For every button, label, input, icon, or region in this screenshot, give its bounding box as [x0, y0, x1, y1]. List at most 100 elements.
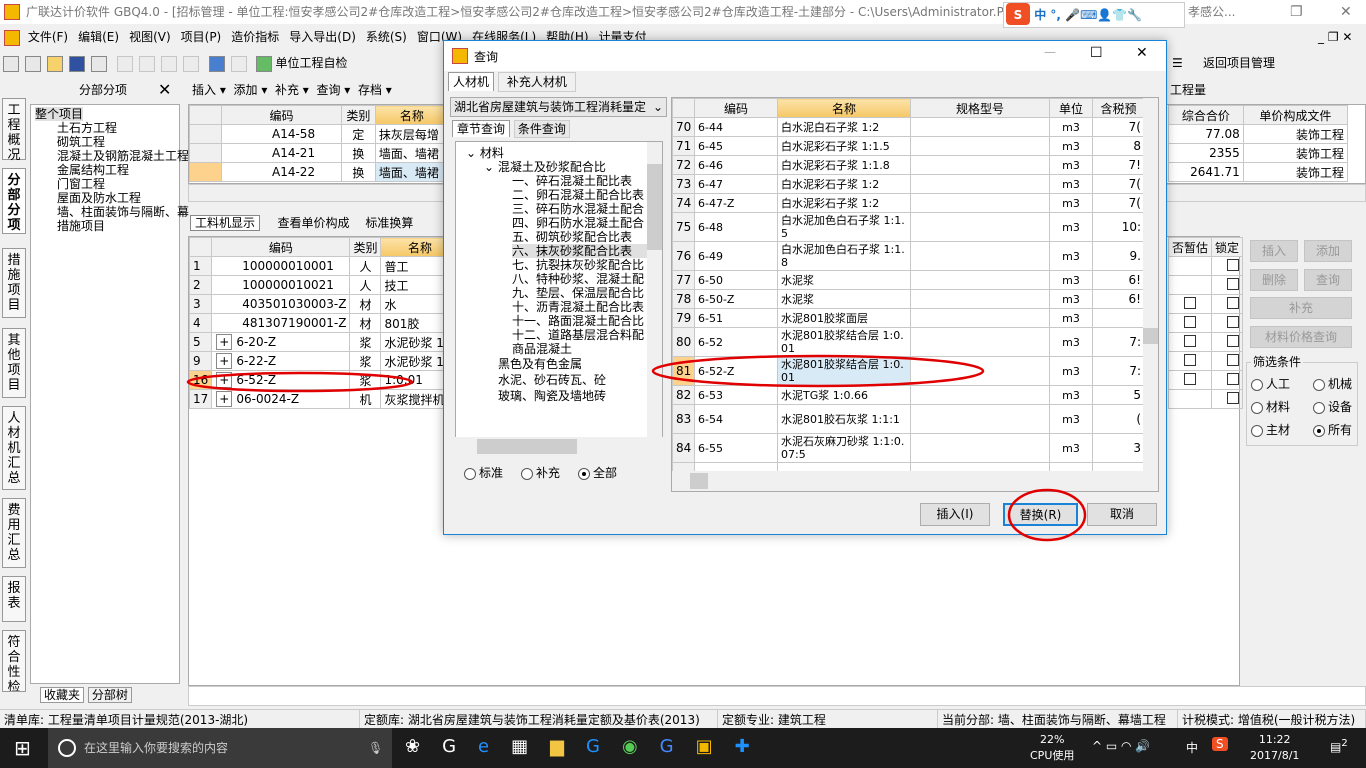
tree-item[interactable]: 土石方工程: [57, 121, 175, 135]
col-header[interactable]: 含税预: [1092, 98, 1145, 118]
gbq-icon[interactable]: ▣: [696, 736, 735, 757]
tree-item[interactable]: 五、砌筑砂浆配合比表: [512, 230, 662, 244]
keyboard-icon[interactable]: ⌨: [1080, 8, 1097, 22]
table-row[interactable]: A14-22 换墙面、墙裙: [189, 162, 450, 182]
tab-supplement-materials[interactable]: 补充人材机: [497, 72, 576, 92]
menu-edit[interactable]: 编辑(E): [78, 30, 119, 44]
undo-icon[interactable]: [208, 55, 225, 72]
lower-hscrollbar[interactable]: [188, 686, 1366, 706]
folder-icon[interactable]: ▆: [550, 736, 586, 757]
expand-icon[interactable]: +: [216, 353, 233, 369]
tray-icons[interactable]: ^ ▭ ◠ 🔊: [1092, 739, 1150, 753]
table-row[interactable]: A14-21 换墙面、墙裙: [189, 143, 450, 163]
menu-file[interactable]: 文件(F): [28, 30, 68, 44]
tree-item[interactable]: 黑色及有色金属: [498, 356, 662, 372]
save-icon[interactable]: [69, 55, 85, 72]
tree-item[interactable]: 七、抗裂抹灰砂浆配合比: [512, 258, 662, 272]
tree-item[interactable]: 二、卵石混凝土配合比表: [512, 188, 662, 202]
tab-compliance[interactable]: 符合性检查: [2, 630, 26, 692]
tree-item[interactable]: 六、抹灰砂浆配合比表: [512, 244, 662, 258]
ime-punct[interactable]: °,: [1050, 8, 1061, 22]
provisional-checkbox[interactable]: [1184, 315, 1196, 328]
table-row[interactable]: 82 6-53 水泥TG浆 1:0.66 m3 5: [672, 385, 1145, 405]
scope-radio[interactable]: 补充: [521, 466, 560, 480]
locked-checkbox[interactable]: [1227, 353, 1240, 366]
table-row[interactable]: 16 +6-52-Z 浆 1:0.01: [188, 370, 460, 390]
tree-item[interactable]: 八、特种砂浆、混凝土配: [512, 272, 662, 286]
tree-item[interactable]: 九、垫层、保温层配合比: [512, 286, 662, 300]
col-locked[interactable]: 锁定: [1211, 237, 1244, 257]
tree-item[interactable]: 十、沥青混凝土配合比表: [512, 300, 662, 314]
menu-project[interactable]: 项目(P): [181, 30, 222, 44]
table-row[interactable]: 74 6-47-Z 白水泥彩石子浆 1:2 m3 7(: [672, 193, 1145, 213]
col-provisional[interactable]: 否暂估: [1167, 237, 1213, 257]
app-icon[interactable]: ❀: [405, 736, 442, 757]
tree-vscrollbar[interactable]: [647, 142, 662, 456]
store-icon[interactable]: ▦: [511, 736, 550, 757]
edge-icon[interactable]: e: [478, 736, 511, 757]
locked-checkbox[interactable]: [1227, 334, 1240, 347]
table-row[interactable]: 78 6-50-Z 水泥浆 m3 6!: [672, 289, 1145, 309]
tab-fee-summary[interactable]: 费用汇总: [2, 498, 26, 568]
tree-item[interactable]: 措施项目: [57, 219, 175, 233]
col-price-file[interactable]: 单价构成文件: [1242, 105, 1349, 125]
paste-icon[interactable]: [160, 55, 177, 72]
mdi-controls[interactable]: _ ❐ ✕: [1318, 26, 1352, 48]
tree-item[interactable]: 门窗工程: [57, 177, 175, 191]
table-row[interactable]: 84 6-55 水泥石灰麻刀砂浆 1:1:0.07:5 m3 3: [672, 433, 1145, 463]
tree-item[interactable]: 十一、路面混凝土配合比: [512, 314, 662, 328]
redo-icon[interactable]: [230, 55, 247, 72]
filter-radio[interactable]: 设备: [1313, 398, 1352, 415]
tab-measures[interactable]: 措施项目: [2, 248, 26, 318]
tab-chapter-query[interactable]: 章节查询: [452, 120, 511, 137]
add-menu[interactable]: 添加: [233, 83, 257, 97]
table-row[interactable]: 2 100000010021 人技工: [188, 275, 460, 295]
save-as-icon[interactable]: [91, 55, 107, 72]
scope-radio[interactable]: 全部: [578, 466, 617, 480]
tab-unit-price[interactable]: 查看单价构成: [271, 216, 355, 230]
tree-node-materials[interactable]: ⌄ 材料: [466, 146, 662, 160]
table-row[interactable]: 2641.71 装饰工程: [1168, 162, 1349, 182]
locked-checkbox[interactable]: [1227, 258, 1240, 271]
app-icon[interactable]: ✚: [735, 736, 772, 757]
locked-checkbox[interactable]: [1227, 277, 1240, 290]
tree-item[interactable]: 商品混凝土: [512, 342, 662, 356]
expand-icon[interactable]: +: [216, 391, 233, 407]
scope-radio[interactable]: 标准: [464, 466, 503, 480]
expand-icon[interactable]: +: [216, 334, 233, 350]
microphone-icon[interactable]: 🎤: [1065, 8, 1080, 22]
cancel-button[interactable]: 取消: [1087, 503, 1157, 526]
skin-icon[interactable]: 👕: [1112, 8, 1127, 22]
delete-icon[interactable]: [182, 55, 199, 72]
provisional-checkbox[interactable]: [1184, 372, 1196, 385]
table-row[interactable]: 75 6-48 白水泥加色白石子浆 1:1.5 m3 10:: [672, 212, 1145, 242]
col-type[interactable]: 类别: [341, 105, 376, 125]
grid-vscrollbar[interactable]: [1143, 98, 1158, 473]
table-row[interactable]: 81 6-52-Z 水泥801胶浆结合层 1:0.01 m3 7:: [672, 356, 1145, 386]
table-row[interactable]: 72 6-46 白水泥彩石子浆 1:1.8 m3 7!: [672, 155, 1145, 175]
app-icon[interactable]: G: [660, 736, 696, 757]
user-icon[interactable]: 👤: [1097, 8, 1112, 22]
col-name[interactable]: 名称: [374, 105, 450, 125]
menu-system[interactable]: 系统(S): [366, 30, 407, 44]
filter-radio[interactable]: 所有: [1313, 421, 1352, 438]
provisional-checkbox[interactable]: [1184, 353, 1196, 366]
table-row[interactable]: 79 6-51 水泥801胶浆面层 m3: [672, 308, 1145, 328]
col-code[interactable]: 编码: [221, 105, 342, 125]
tab-other[interactable]: 其他项目: [2, 328, 26, 398]
price-query-button[interactable]: 材料价格查询: [1250, 326, 1352, 348]
library-select[interactable]: 湖北省房屋建筑与装饰工程消耗量定 ⌄: [450, 97, 667, 117]
table-row[interactable]: 77.08 装饰工程: [1168, 124, 1349, 144]
app-icon[interactable]: G: [442, 736, 478, 757]
tab-sections[interactable]: 分部分项: [2, 168, 26, 234]
self-check-button[interactable]: 单位工程自检: [275, 56, 347, 70]
tab-section-tree[interactable]: 分部树: [87, 687, 132, 703]
table-row[interactable]: 76 6-49 白水泥加色白石子浆 1:1.8 m3 9.: [672, 241, 1145, 271]
filter-radio[interactable]: 主材: [1251, 421, 1290, 438]
provisional-checkbox[interactable]: [1184, 334, 1196, 347]
insert-button[interactable]: 插入(I): [920, 503, 990, 526]
delete-material-button[interactable]: 删除: [1250, 269, 1298, 291]
tab-materials[interactable]: 人材机: [448, 72, 495, 91]
open-icon[interactable]: [47, 55, 63, 72]
new-project-icon[interactable]: [25, 55, 41, 72]
